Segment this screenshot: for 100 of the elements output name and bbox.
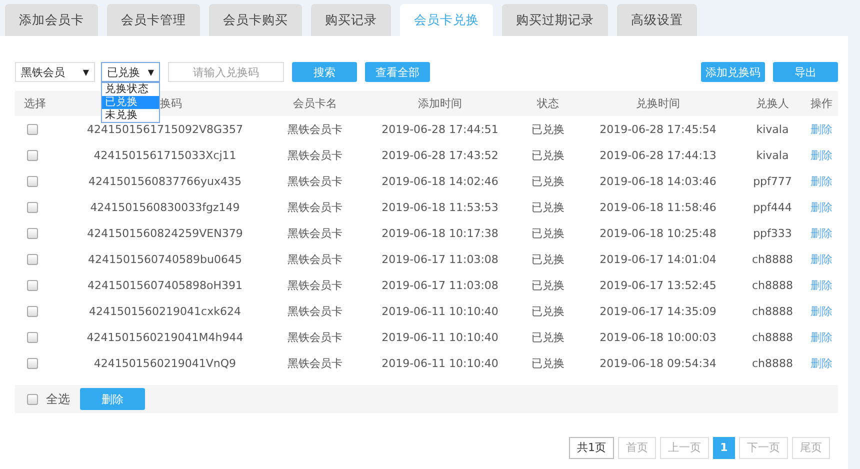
table-cell-text: 2019-06-11 10:10:40 xyxy=(380,304,500,318)
delete-button[interactable]: 删除 xyxy=(80,388,145,410)
table-cell-text: ppf444 xyxy=(752,200,793,214)
table-cell-text: 黑铁会员卡 xyxy=(286,356,344,370)
checkbox[interactable] xyxy=(27,306,38,317)
table-cell-text: 4241501560830033fgz149 xyxy=(89,200,241,214)
checkbox[interactable] xyxy=(27,254,38,265)
table-cell-text: ppf777 xyxy=(752,174,793,188)
tab[interactable]: 购买过期记录 xyxy=(502,4,608,36)
delete-link[interactable]: 删除 xyxy=(810,122,832,136)
table-cell-text: 4241501560837766yux435 xyxy=(88,174,242,188)
tab[interactable]: 高级设置 xyxy=(617,4,697,36)
add-code-button[interactable]: 添加兑换码 xyxy=(701,62,765,82)
search-button[interactable]: 搜索 xyxy=(292,62,357,82)
dropdown-option[interactable]: 已兑换 xyxy=(102,96,159,109)
table-cell-text: 黑铁会员卡 xyxy=(286,148,344,162)
table-cell-text: 已兑换 xyxy=(530,278,566,292)
table-cell-text: 黑铁会员卡 xyxy=(286,174,344,188)
table-cell-text: 2019-06-18 14:03:46 xyxy=(598,174,718,188)
dropdown-option[interactable]: 兑换状态 xyxy=(102,83,159,96)
table-cell-text: 2019-06-11 10:10:40 xyxy=(380,356,500,370)
page-total: 共1页 xyxy=(569,437,614,459)
checkbox[interactable] xyxy=(27,176,38,187)
checkbox[interactable] xyxy=(27,228,38,239)
export-button[interactable]: 导出 xyxy=(773,62,838,82)
table-cell-text: 2019-06-18 14:02:46 xyxy=(380,174,500,188)
caret-icon: ▼ xyxy=(148,68,154,76)
table-cell-text: 4241501560740589bu0645 xyxy=(87,252,243,266)
table-cell-text: 2019-06-17 13:52:45 xyxy=(598,278,718,292)
table-cell-text: 黑铁会员卡 xyxy=(286,278,344,292)
delete-link[interactable]: 删除 xyxy=(810,200,832,214)
column-header: 兑换人 xyxy=(756,97,789,110)
table-cell-text: 2019-06-11 10:10:40 xyxy=(380,330,500,344)
view-all-button[interactable]: 查看全部 xyxy=(365,62,430,82)
caret-icon: ▼ xyxy=(82,68,89,76)
checkbox[interactable] xyxy=(27,150,38,161)
table-cell-text: ppf333 xyxy=(752,226,793,240)
column-header: 会员卡名 xyxy=(293,97,337,110)
table-cell-text: 4241501561715033Xcj11 xyxy=(92,148,238,162)
delete-link[interactable]: 删除 xyxy=(810,278,832,292)
delete-link[interactable]: 删除 xyxy=(810,304,832,318)
table-cell-text: 已兑换 xyxy=(530,226,566,240)
table-cell-text: 4241501560219041M4h944 xyxy=(86,330,244,344)
table-cell-text: 黑铁会员卡 xyxy=(286,122,344,136)
code-input[interactable]: 请输入兑换码 xyxy=(168,62,284,82)
column-header: 换码 xyxy=(160,97,182,110)
tab[interactable]: 会员卡购买 xyxy=(209,4,302,36)
delete-link[interactable]: 删除 xyxy=(810,174,832,188)
card-type-select[interactable]: 黑铁会员 ▼ xyxy=(15,62,95,82)
tab[interactable]: 会员卡兑换 xyxy=(400,4,493,36)
table-cell-text: 已兑换 xyxy=(530,148,566,162)
table-cell-text: 已兑换 xyxy=(530,122,566,136)
table-cell-text: 已兑换 xyxy=(530,304,566,318)
checkbox[interactable] xyxy=(27,358,38,369)
page-button[interactable]: 1 xyxy=(713,437,735,459)
table-cell-text: 黑铁会员卡 xyxy=(286,200,344,214)
delete-link[interactable]: 删除 xyxy=(810,226,832,240)
select-value: 已兑换 xyxy=(107,64,140,80)
table-cell-text: ch8888 xyxy=(750,304,794,318)
table-cell-text: 已兑换 xyxy=(530,200,566,214)
select-value: 黑铁会员 xyxy=(21,64,65,80)
table-cell-text: 2019-06-28 17:44:51 xyxy=(380,122,500,136)
tab[interactable]: 会员卡管理 xyxy=(107,4,200,36)
column-header: 状态 xyxy=(537,97,559,110)
table-cell-text: 4241501560824259VEN379 xyxy=(86,226,244,240)
table-cell-text: 2019-06-17 11:03:08 xyxy=(380,278,500,292)
table-cell-text: 4241501561715092V8G357 xyxy=(86,122,244,136)
table-cell-text: 4241501560219041VnQ9 xyxy=(92,356,238,370)
checkbox[interactable] xyxy=(27,202,38,213)
table-cell-text: 黑铁会员卡 xyxy=(286,252,344,266)
tab[interactable]: 购买记录 xyxy=(311,4,391,36)
table-cell-text: 2019-06-28 17:44:13 xyxy=(598,148,718,162)
checkbox[interactable] xyxy=(27,280,38,291)
table-cell-text: ch8888 xyxy=(750,278,794,292)
delete-link[interactable]: 删除 xyxy=(810,330,832,344)
table-cell-text: ch8888 xyxy=(750,252,794,266)
dropdown-option[interactable]: 未兑换 xyxy=(102,109,159,122)
column-header: 选择 xyxy=(24,97,46,110)
delete-link[interactable]: 删除 xyxy=(810,356,832,370)
table-cell-text: 2019-06-28 17:43:52 xyxy=(380,148,500,162)
select-all-label: 全选 xyxy=(46,390,70,408)
table-cell-text: 已兑换 xyxy=(530,174,566,188)
checkbox[interactable] xyxy=(27,332,38,343)
delete-link[interactable]: 删除 xyxy=(810,148,832,162)
table-cell-text: kivala xyxy=(755,122,790,136)
table-cell-text: 黑铁会员卡 xyxy=(286,330,344,344)
table-cell-text: 2019-06-18 11:53:53 xyxy=(380,200,500,214)
table-cell-text: 42415015607405898oH391 xyxy=(86,278,244,292)
table-cell-text: 2019-06-17 11:03:08 xyxy=(380,252,500,266)
checkbox[interactable] xyxy=(27,394,38,404)
table-cell-text: 已兑换 xyxy=(530,252,566,266)
delete-link[interactable]: 删除 xyxy=(810,252,832,266)
table-cell-text: 2019-06-18 11:58:46 xyxy=(598,200,718,214)
column-header: 操作 xyxy=(810,97,832,110)
table-cell-text: 黑铁会员卡 xyxy=(286,304,344,318)
table-cell-text: 2019-06-17 14:01:04 xyxy=(598,252,718,266)
tab[interactable]: 添加会员卡 xyxy=(5,4,98,36)
table-cell-text: ch8888 xyxy=(750,330,794,344)
checkbox[interactable] xyxy=(27,124,38,135)
table-cell-text: 2019-06-18 09:54:34 xyxy=(598,356,718,370)
